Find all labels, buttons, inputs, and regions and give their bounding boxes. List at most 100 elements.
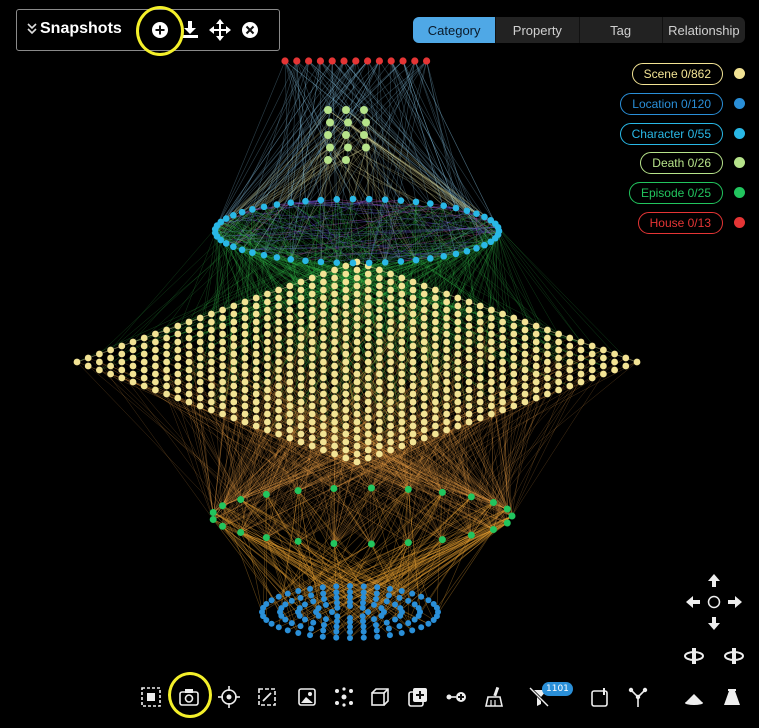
location-node[interactable] [397, 605, 404, 612]
scene-node[interactable] [588, 374, 596, 382]
scene-node[interactable] [353, 434, 361, 442]
scene-node[interactable] [364, 398, 372, 406]
scene-node[interactable] [465, 338, 473, 346]
scene-node[interactable] [252, 294, 260, 302]
location-node[interactable] [268, 620, 275, 627]
location-node[interactable] [418, 624, 425, 631]
scene-node[interactable] [432, 422, 439, 430]
scene-node[interactable] [308, 346, 316, 354]
scene-node[interactable] [174, 346, 182, 354]
scene-node[interactable] [286, 378, 294, 386]
scene-node[interactable] [499, 366, 506, 374]
scene-node[interactable] [286, 418, 294, 426]
scene-node[interactable] [353, 306, 361, 314]
scene-node[interactable] [364, 406, 372, 414]
death-node[interactable] [344, 118, 352, 127]
scene-node[interactable] [342, 366, 350, 374]
scene-node[interactable] [443, 322, 450, 330]
scene-node[interactable] [286, 290, 294, 298]
location-node[interactable] [295, 587, 302, 594]
legend-label-character[interactable]: Character 0/55 [619, 122, 723, 145]
episode-node[interactable] [438, 536, 446, 544]
scene-node[interactable] [510, 402, 518, 410]
scene-node[interactable] [488, 370, 495, 378]
scene-node[interactable] [208, 382, 215, 390]
episode-node[interactable] [237, 528, 245, 536]
scene-node[interactable] [398, 402, 406, 410]
scene-node[interactable] [118, 350, 126, 358]
scene-node[interactable] [297, 334, 305, 342]
scene-node[interactable] [353, 266, 361, 274]
scene-node[interactable] [208, 366, 215, 374]
scene-node[interactable] [353, 338, 361, 346]
lower-view-button[interactable] [683, 686, 705, 708]
image-button[interactable] [296, 686, 318, 708]
scene-node[interactable] [241, 386, 249, 394]
scene-node[interactable] [320, 310, 327, 318]
scene-node[interactable] [521, 374, 529, 382]
scene-node[interactable] [264, 290, 271, 298]
scene-node[interactable] [297, 294, 305, 302]
scene-node[interactable] [320, 326, 327, 334]
scene-node[interactable] [364, 358, 372, 366]
location-node[interactable] [398, 630, 405, 637]
scene-node[interactable] [320, 366, 327, 374]
scene-node[interactable] [398, 322, 406, 330]
scene-node[interactable] [387, 390, 394, 398]
location-node[interactable] [321, 596, 327, 603]
scene-node[interactable] [286, 386, 294, 394]
scene-node[interactable] [443, 298, 450, 306]
scene-node[interactable] [387, 438, 394, 446]
scene-node[interactable] [342, 262, 350, 270]
scene-node[interactable] [387, 278, 394, 286]
scene-node[interactable] [320, 350, 327, 358]
character-node[interactable] [381, 196, 389, 203]
scene-node[interactable] [129, 346, 137, 354]
scene-node[interactable] [163, 390, 171, 398]
scene-node[interactable] [297, 366, 305, 374]
scene-node[interactable] [443, 402, 450, 410]
scene-node[interactable] [566, 358, 574, 366]
scene-node[interactable] [409, 350, 417, 358]
legend-dot-episode[interactable] [734, 187, 745, 199]
location-node[interactable] [268, 597, 275, 604]
scene-node[interactable] [420, 362, 428, 370]
scene-node[interactable] [454, 398, 462, 406]
scene-node[interactable] [443, 410, 450, 418]
scene-node[interactable] [420, 354, 428, 362]
scene-node[interactable] [308, 378, 316, 386]
scene-node[interactable] [398, 442, 406, 450]
scene-node[interactable] [566, 334, 574, 342]
scene-node[interactable] [488, 410, 495, 418]
scene-node[interactable] [443, 378, 450, 386]
scene-node[interactable] [510, 346, 518, 354]
scene-node[interactable] [488, 314, 495, 322]
scene-node[interactable] [510, 330, 518, 338]
location-node[interactable] [425, 597, 432, 604]
scene-node[interactable] [409, 310, 417, 318]
location-node[interactable] [373, 621, 379, 628]
house-node[interactable] [305, 57, 313, 65]
location-node[interactable] [360, 623, 367, 630]
scene-node[interactable] [577, 378, 585, 386]
scene-node[interactable] [286, 330, 294, 338]
scene-node[interactable] [331, 282, 338, 290]
scene-node[interactable] [376, 298, 383, 306]
death-node[interactable] [344, 143, 352, 152]
location-node[interactable] [383, 598, 390, 605]
episode-node[interactable] [209, 508, 217, 516]
legend-label-location[interactable]: Location 0/120 [620, 92, 723, 115]
scene-node[interactable] [532, 378, 540, 386]
scene-node[interactable] [364, 382, 372, 390]
scene-node[interactable] [275, 318, 282, 326]
scene-node[interactable] [398, 298, 406, 306]
location-node[interactable] [360, 628, 367, 635]
scene-node[interactable] [163, 334, 171, 342]
scene-node[interactable] [432, 382, 439, 390]
legend-label-house[interactable]: House 0/13 [637, 211, 723, 234]
scene-node[interactable] [521, 334, 529, 342]
location-node[interactable] [334, 613, 341, 620]
location-node[interactable] [359, 604, 366, 611]
house-node[interactable] [411, 57, 419, 65]
scene-node[interactable] [241, 330, 249, 338]
